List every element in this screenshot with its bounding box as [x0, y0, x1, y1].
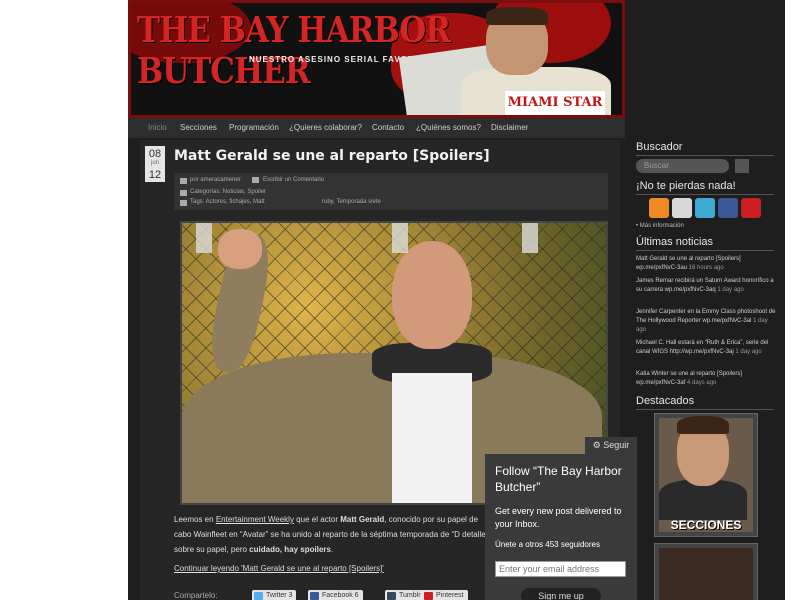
post-categories[interactable]: Categorías: Noticias, Spoiler [190, 189, 266, 195]
post-month: jun [150, 160, 159, 166]
featured-banner-2[interactable] [654, 543, 758, 600]
follow-tab-button[interactable]: ⚙ Seguir [585, 437, 637, 454]
left-margin [0, 0, 128, 600]
nav-item-quienes-somos[interactable]: ¿Quiénes somos? [416, 123, 481, 132]
rss-icon[interactable] [649, 198, 669, 218]
nav-item-secciones[interactable]: Secciones [180, 123, 217, 132]
news-item[interactable]: Michael C. Hall estará en “Ruth & Erica”… [636, 339, 776, 357]
twitter-icon[interactable] [695, 198, 715, 218]
share-tumblr-label: Tumblr [399, 592, 421, 599]
tag-icon [180, 200, 187, 206]
twitter-icon [254, 592, 263, 600]
t-shirt [392, 373, 472, 503]
nav-item-colaborar[interactable]: ¿Quieres colaborar? [289, 123, 362, 132]
news-text: Matt Gerald se une al reparto [Spoilers] [636, 256, 741, 262]
news-heading: Últimas noticias [636, 236, 774, 251]
email-icon[interactable] [672, 198, 692, 218]
newspaper-headline: MIAMI STAR [505, 91, 605, 115]
news-text: James Remar recibirá un Saturn Award hon… [636, 278, 774, 293]
search-heading: Buscador [636, 141, 774, 156]
folder-icon [180, 190, 187, 196]
post-tags[interactable]: Tags: Actores, fichajes, Matt [190, 199, 265, 205]
user-icon [180, 178, 187, 184]
post-day: 08 [148, 148, 162, 160]
right-margin [785, 0, 800, 600]
news-time: 1 day ago [735, 349, 762, 355]
main-nav: Inicio Secciones Programación ¿Quieres c… [128, 118, 625, 138]
actor-name: Matt Gerald [340, 515, 385, 524]
post-year: 12 [148, 169, 162, 181]
body-text: que el actor [296, 515, 338, 524]
featured-hair [677, 416, 729, 434]
character-hair [486, 7, 548, 25]
share-pinterest-button[interactable]: Pinterest [422, 590, 468, 600]
post-meta: por ameracamener Escribir un Comentario … [174, 173, 608, 210]
hand [218, 229, 262, 269]
featured-heading: Destacados [636, 395, 774, 410]
follow-heading: ¡No te pierdas nada! [636, 180, 774, 195]
actor-head [392, 241, 472, 349]
site-banner[interactable]: THE BAY HARBOR BUTCHER NUESTRO ASESINO S… [128, 0, 625, 118]
source-link[interactable]: Entertainment Weekly [216, 515, 294, 524]
sign-up-button[interactable]: Sign me up [521, 588, 601, 600]
post-author[interactable]: por ameracamener [190, 177, 241, 183]
share-label: Compartelo: [174, 591, 218, 600]
share-twitter-label: Twitter 3 [266, 592, 293, 599]
image-artifact [522, 223, 538, 253]
news-item[interactable]: Katia Winter se une al reparto [Spoilers… [636, 370, 776, 388]
share-pinterest-label: Pinterest [436, 592, 464, 599]
follow-title: Follow “The Bay Harbor Butcher” [495, 464, 622, 494]
tumblr-icon [387, 592, 396, 600]
youtube-icon[interactable] [741, 198, 761, 218]
follow-description: Get every new post delivered to your Inb… [495, 506, 622, 529]
news-time: 1 day ago [717, 287, 744, 293]
featured-secciones-banner[interactable]: SECCIONES [654, 413, 758, 537]
nav-item-inicio[interactable]: Inicio [148, 123, 167, 132]
news-link: wp.me/pxfNvC-3au [636, 265, 688, 271]
nav-item-programacion[interactable]: Programación [229, 123, 279, 132]
facebook-icon[interactable] [718, 198, 738, 218]
nav-item-disclaimer[interactable]: Disclaimer [491, 123, 528, 132]
news-time: 4 days ago [687, 380, 717, 386]
search-input[interactable]: Buscar [636, 159, 729, 173]
follow-tab-label: Seguir [603, 440, 630, 450]
more-info-link[interactable]: • Más información [636, 223, 684, 229]
featured-image [659, 548, 753, 600]
featured-label: SECCIONES [670, 518, 742, 532]
follower-count: Únete a otros 453 seguidores [495, 540, 600, 549]
follow-popup: Follow “The Bay Harbor Butcher” Get ever… [485, 454, 637, 600]
nav-item-contacto[interactable]: Contacto [372, 123, 404, 132]
post-tags-extra[interactable]: ruby, Temporada siete [322, 199, 381, 205]
news-time: 16 hours ago [688, 265, 724, 271]
pinterest-icon [424, 592, 433, 600]
share-facebook-label: Facebook 6 [322, 592, 359, 599]
spoiler-warning: cuidado, hay spoilers [249, 545, 331, 554]
news-item[interactable]: Jennifer Carpenter en la Emmy Class phot… [636, 308, 776, 335]
share-facebook-button[interactable]: Facebook 6 [308, 590, 363, 600]
comment-icon [252, 177, 259, 183]
image-artifact [196, 223, 212, 253]
body-text: . [330, 545, 334, 554]
featured-suit [659, 480, 747, 520]
page: THE BAY HARBOR BUTCHER NUESTRO ASESINO S… [128, 0, 785, 600]
search-button[interactable] [735, 159, 749, 173]
image-artifact [392, 223, 408, 253]
facebook-icon [310, 592, 319, 600]
post-date: 08 jun 12 [145, 146, 165, 182]
post-title[interactable]: Matt Gerald se une al reparto [Spoilers] [174, 148, 490, 164]
read-more-link[interactable]: Continuar leyendo 'Matt Gerald se une al… [174, 564, 384, 573]
share-tumblr-button[interactable]: Tumblr [385, 590, 425, 600]
body-text: Leemos en [174, 515, 214, 524]
post-body: Leemos en Entertainment Weekly que el ac… [174, 512, 490, 557]
email-field[interactable] [495, 561, 626, 577]
news-item[interactable]: Matt Gerald se une al reparto [Spoilers]… [636, 255, 776, 273]
news-item[interactable]: James Remar recibirá un Saturn Award hon… [636, 277, 776, 295]
share-twitter-button[interactable]: Twitter 3 [252, 590, 297, 600]
comment-link[interactable]: Escribir un Comentario [263, 177, 324, 183]
